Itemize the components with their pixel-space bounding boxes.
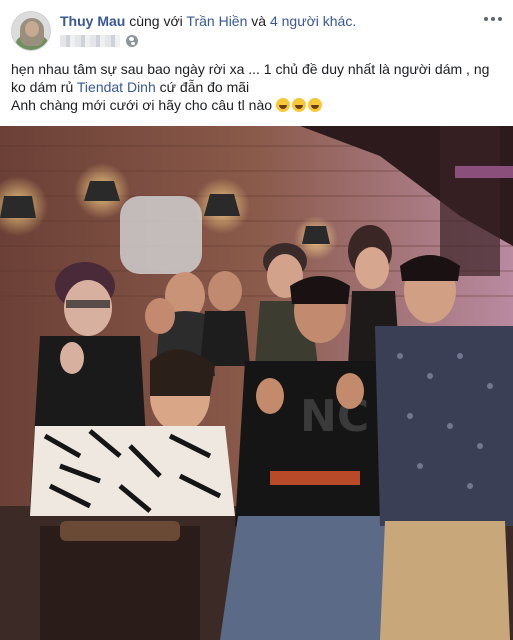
timestamp-blurred[interactable] xyxy=(60,35,120,47)
post-header: Thuy Mau cùng với Trần Hiền và 4 người k… xyxy=(11,9,506,53)
with-text: cùng với xyxy=(129,13,183,29)
author-avatar[interactable] xyxy=(11,11,51,51)
line2-after: cứ đẫn đo mãi xyxy=(159,79,250,95)
tagged-user-link[interactable]: Trần Hiền xyxy=(186,13,247,29)
laughing-emoji-icon xyxy=(291,98,306,112)
more-dots-icon[interactable] xyxy=(483,9,503,29)
author-line: Thuy Mau cùng với Trần Hiền và 4 người k… xyxy=(60,13,356,30)
author-name-link[interactable]: Thuy Mau xyxy=(60,13,125,29)
line2-before: ko dám rủ xyxy=(11,79,74,95)
post-text-line-3: Anh chàng mới cưới ơi hãy cho câu tl nào xyxy=(11,96,506,114)
facebook-post: Thuy Mau cùng với Trần Hiền và 4 người k… xyxy=(0,0,513,640)
group-photo-illustration: NC xyxy=(0,126,513,640)
post-meta xyxy=(60,33,138,49)
others-link[interactable]: 4 người khác. xyxy=(270,13,356,29)
people: NC xyxy=(30,225,513,640)
post-text-line-2: ko dám rủ Tiendat Dinh cứ đẫn đo mãi xyxy=(11,78,506,96)
mention-link[interactable]: Tiendat Dinh xyxy=(77,79,156,95)
and-text: và xyxy=(251,13,267,29)
post-photo[interactable]: NC xyxy=(0,126,513,640)
laughing-emoji-icon xyxy=(307,98,322,112)
post-text: hẹn nhau tâm sự sau bao ngày rời xa ... … xyxy=(11,60,506,114)
line3-text: Anh chàng mới cưới ơi hãy cho câu tl nào xyxy=(11,97,273,113)
globe-icon[interactable] xyxy=(126,35,138,47)
laughing-emoji-icon xyxy=(275,98,290,112)
post-text-line-1: hẹn nhau tâm sự sau bao ngày rời xa ... … xyxy=(11,61,490,77)
